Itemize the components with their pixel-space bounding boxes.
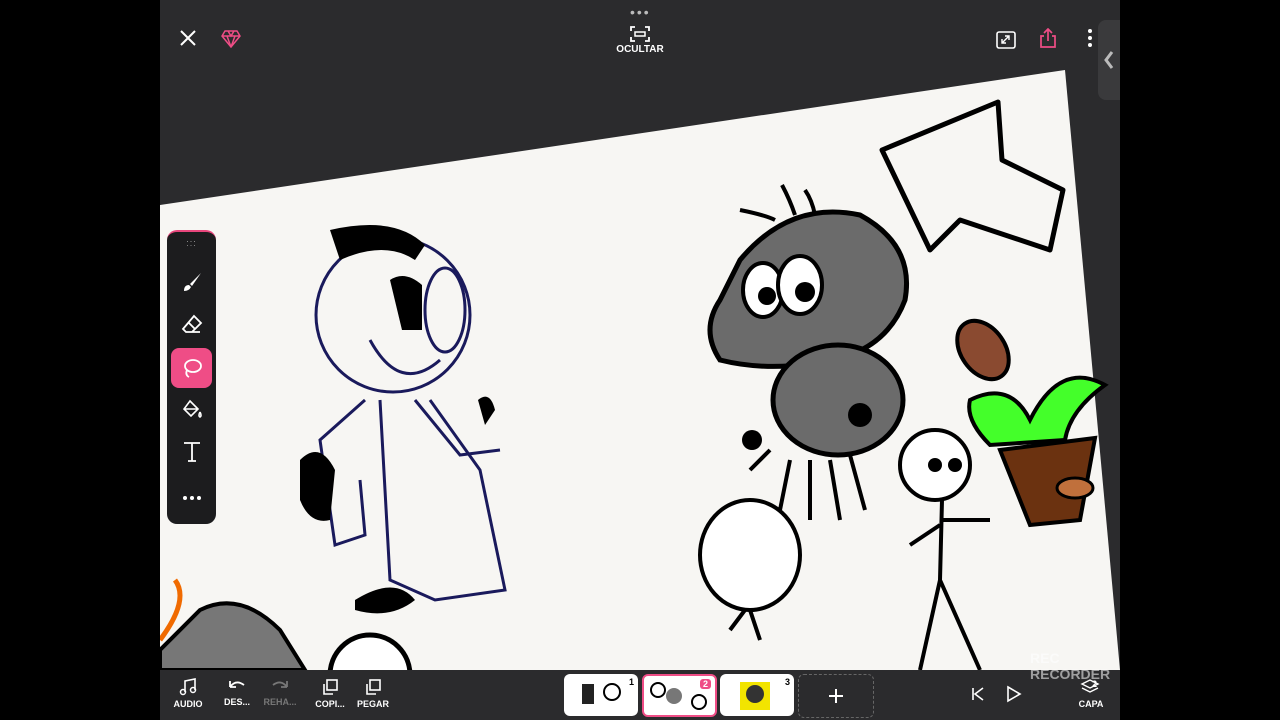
copy-button[interactable]: COPI... — [306, 678, 354, 718]
play-icon — [1007, 685, 1022, 703]
frame-preview — [740, 682, 770, 710]
more-horizontal-icon — [182, 496, 201, 500]
fill-tool[interactable] — [171, 390, 212, 430]
music-note-icon — [179, 678, 197, 696]
hide-icon — [630, 26, 650, 42]
frame-thumbnail[interactable]: 3 — [720, 674, 794, 716]
frame-number: 1 — [628, 677, 634, 687]
fullscreen-icon — [996, 31, 1016, 49]
plus-icon — [829, 689, 843, 703]
side-panel-toggle[interactable] — [1098, 20, 1120, 100]
share-icon — [1040, 28, 1056, 48]
more-tools-button[interactable] — [171, 478, 212, 518]
audio-button[interactable]: AUDIO — [164, 678, 212, 718]
lasso-icon — [183, 359, 202, 378]
play-button[interactable] — [990, 678, 1038, 718]
close-icon — [180, 30, 196, 46]
hide-label: OCULTAR — [616, 44, 664, 55]
text-tool[interactable] — [171, 432, 212, 472]
tool-palette: ::: — [167, 230, 216, 524]
lasso-tool[interactable] — [171, 348, 212, 388]
export-button[interactable] — [1036, 26, 1060, 50]
paste-icon — [366, 679, 381, 695]
more-vertical-icon — [1088, 29, 1092, 47]
drag-handle-icon[interactable]: ••• — [630, 4, 651, 20]
redo-button[interactable]: REHA... — [256, 678, 304, 718]
frame-number: 3 — [784, 677, 790, 687]
copy-label: COPI... — [315, 699, 345, 709]
text-icon — [183, 442, 200, 462]
frame-thumbnail[interactable]: 1 — [564, 674, 638, 716]
paste-label: PEGAR — [356, 699, 389, 709]
top-bar: ••• OCULTAR — [160, 0, 1120, 70]
hide-ui-button[interactable] — [626, 24, 654, 44]
redo-icon — [272, 681, 288, 688]
layers-button[interactable]: CAPA — [1067, 678, 1115, 718]
palette-grip-icon[interactable]: ::: — [167, 238, 216, 248]
layer-label: CAPA — [1078, 699, 1104, 709]
diamond-icon — [221, 30, 241, 48]
close-button[interactable] — [176, 26, 200, 50]
frame-thumbnail-selected[interactable]: 2 — [642, 674, 717, 717]
chevron-left-icon — [1104, 51, 1114, 69]
undo-label: DES... — [223, 697, 250, 707]
recorder-watermark: REC RECORDER — [1030, 650, 1111, 682]
brush-tool[interactable] — [171, 262, 212, 302]
audio-label: AUDIO — [173, 699, 203, 709]
bottom-bar: AUDIO DES... REHA... COPI... PEGAR CAPA … — [160, 670, 1120, 720]
add-frame-button[interactable] — [798, 674, 874, 718]
paste-button[interactable]: PEGAR — [349, 678, 397, 718]
eraser-icon — [181, 314, 202, 333]
frame-number: 2 — [699, 679, 711, 689]
frame-preview — [582, 683, 621, 704]
undo-button[interactable]: DES... — [213, 678, 261, 718]
copy-icon — [323, 679, 338, 695]
brush-icon — [183, 273, 201, 291]
eraser-tool[interactable] — [171, 304, 212, 344]
skip-back-icon — [972, 687, 984, 701]
fullscreen-button[interactable] — [994, 28, 1018, 52]
redo-label: REHA... — [263, 697, 297, 707]
premium-button[interactable] — [218, 26, 244, 52]
undo-icon — [229, 681, 245, 688]
paint-bucket-icon — [182, 399, 202, 418]
drawing-canvas[interactable] — [160, 0, 1120, 670]
app-window: ••• OCULTAR ::: AUDIO DES... REHA... COP… — [160, 0, 1120, 720]
more-menu-button[interactable] — [1082, 26, 1098, 50]
